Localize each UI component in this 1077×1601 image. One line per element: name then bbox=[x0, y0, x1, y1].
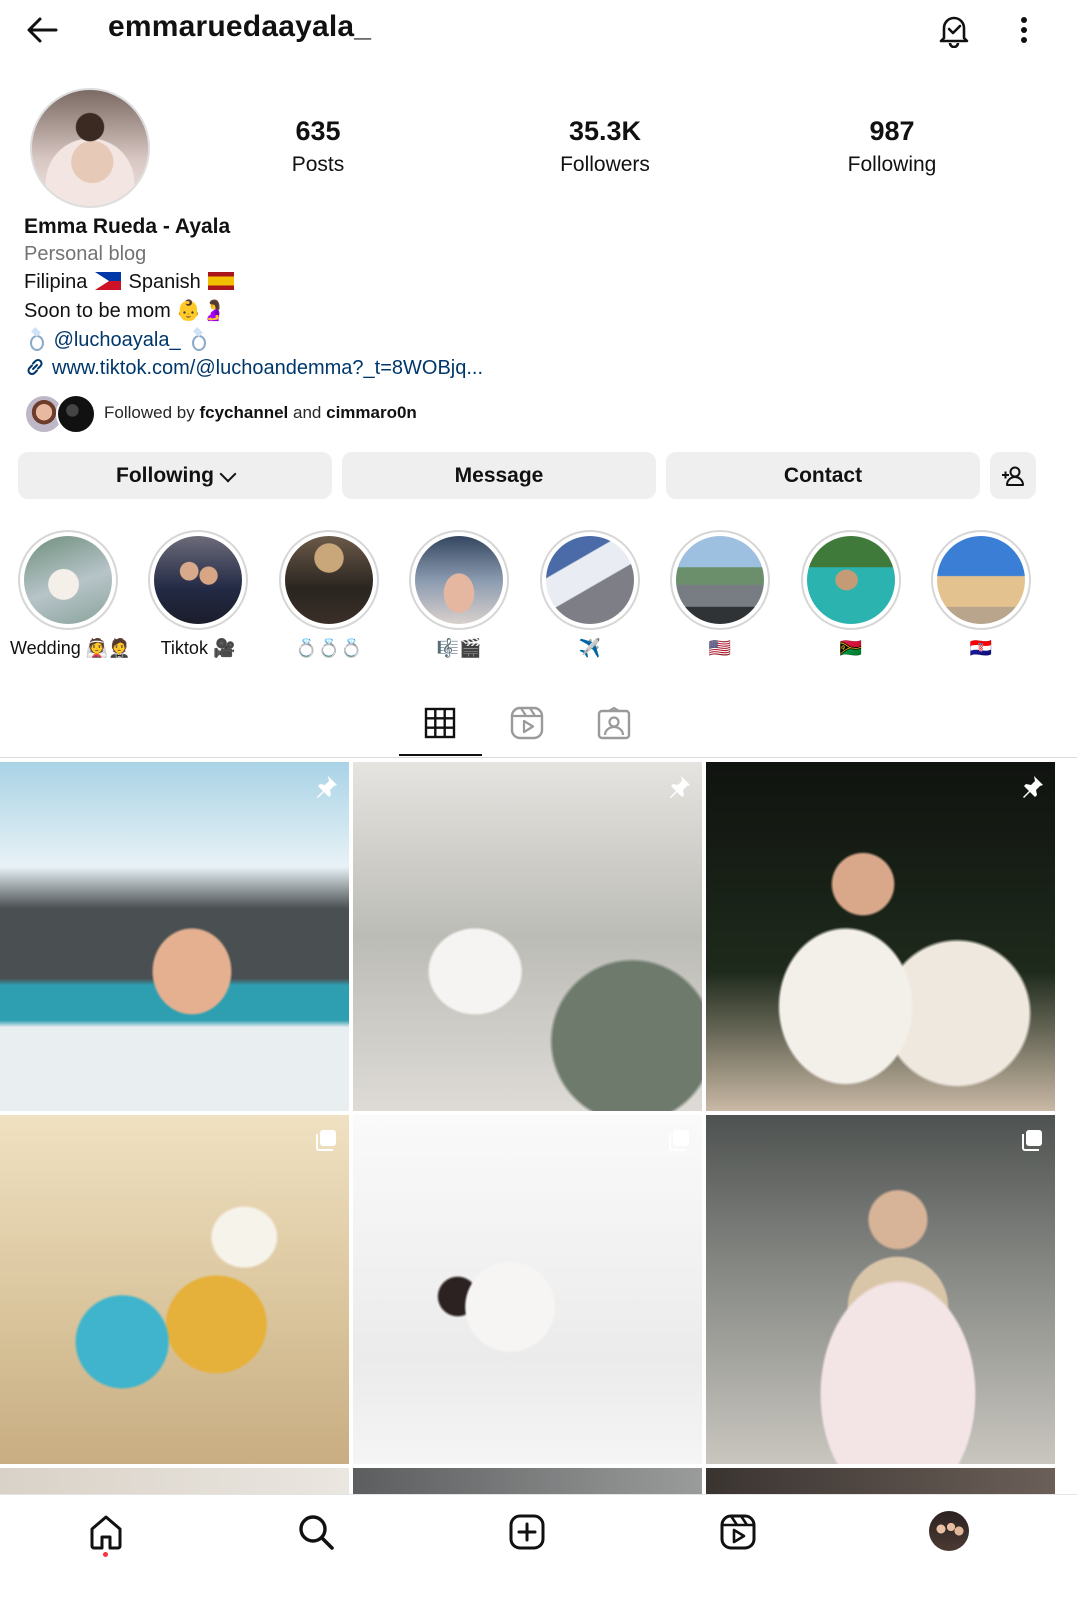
highlight-cover[interactable] bbox=[148, 530, 248, 630]
highlight-label: 🎼🎬 bbox=[436, 638, 482, 658]
following-button-label: Following bbox=[116, 463, 214, 487]
home-icon bbox=[90, 1515, 122, 1550]
tagged-icon bbox=[597, 706, 631, 740]
carousel-icon bbox=[669, 1130, 689, 1151]
nav-create[interactable] bbox=[503, 1508, 551, 1556]
highlight-label: Wedding 👰🤵 bbox=[10, 638, 131, 658]
profile-full-name: Emma Rueda - Ayala bbox=[24, 215, 231, 238]
highlight-cover[interactable] bbox=[540, 530, 640, 630]
highlight-tiktok[interactable]: Tiktok 🎥 bbox=[140, 530, 250, 670]
nav-reels[interactable] bbox=[714, 1508, 762, 1556]
active-tab-indicator bbox=[399, 754, 482, 756]
create-icon bbox=[509, 1514, 545, 1550]
bio-website[interactable]: www.tiktok.com/@luchoandemma?_t=8WOBjq..… bbox=[24, 354, 483, 383]
highlight-wedding[interactable]: Wedding 👰🤵 bbox=[10, 530, 131, 670]
post-thumbnail[interactable] bbox=[0, 762, 349, 1111]
tab-posts-grid[interactable] bbox=[400, 700, 480, 746]
profile-username: emmaruedaayala_ bbox=[108, 10, 372, 43]
highlight-cover[interactable] bbox=[670, 530, 770, 630]
philippines-flag-icon bbox=[94, 272, 121, 290]
highlight-cover[interactable] bbox=[931, 530, 1031, 630]
more-options-icon[interactable] bbox=[1014, 12, 1034, 48]
contact-button-label: Contact bbox=[783, 463, 863, 487]
stat-posts-label: Posts bbox=[291, 153, 345, 176]
chevron-down-icon bbox=[219, 465, 237, 482]
pin-icon bbox=[670, 776, 690, 798]
grid-icon bbox=[424, 707, 456, 739]
post-thumbnail[interactable] bbox=[706, 762, 1055, 1111]
link-icon bbox=[24, 356, 46, 378]
nav-profile-avatar[interactable] bbox=[929, 1511, 969, 1551]
stat-posts-value: 635 bbox=[295, 116, 341, 146]
highlight-usa[interactable]: 🇺🇸 bbox=[662, 530, 772, 670]
nav-home[interactable] bbox=[82, 1508, 130, 1556]
add-user-button[interactable] bbox=[990, 452, 1036, 499]
highlight-cover[interactable] bbox=[18, 530, 118, 630]
carousel-icon bbox=[316, 1130, 336, 1151]
stat-posts[interactable]: 635 Posts bbox=[238, 116, 398, 177]
profile-avatar[interactable] bbox=[30, 88, 150, 208]
add-user-icon bbox=[1002, 466, 1024, 486]
avatar bbox=[56, 394, 96, 434]
post-thumbnail[interactable] bbox=[0, 1115, 349, 1464]
post-thumbnail[interactable] bbox=[706, 1115, 1055, 1464]
bio-line-mention: @luchoayala_ bbox=[24, 326, 210, 355]
bio-line-nationality: Filipina Spanish bbox=[24, 268, 236, 297]
stat-following-label: Following bbox=[847, 153, 937, 176]
highlight-travel[interactable]: ✈️ bbox=[532, 530, 642, 670]
highlight-cover[interactable] bbox=[409, 530, 509, 630]
message-button-label: Message bbox=[454, 463, 544, 487]
notification-dot bbox=[103, 1552, 108, 1557]
followed-by-user2: cimmaro0n bbox=[326, 403, 417, 422]
highlight-vanuatu[interactable]: 🇻🇺 bbox=[793, 530, 903, 670]
bio-line-mom: Soon to be mom 👶🤰 bbox=[24, 300, 227, 322]
stat-followers-value: 35.3K bbox=[568, 116, 642, 146]
pin-icon bbox=[317, 776, 337, 798]
followed-by-text[interactable]: Followed by fcychannel and cimmaro0n bbox=[104, 403, 417, 423]
spain-flag-icon bbox=[208, 272, 235, 290]
stat-following-value: 987 bbox=[869, 116, 915, 146]
carousel-icon bbox=[1022, 1130, 1042, 1151]
stat-followers-label: Followers bbox=[560, 153, 650, 176]
reels-icon bbox=[720, 1514, 756, 1550]
tab-divider bbox=[0, 757, 1077, 758]
highlight-label: Tiktok 🎥 bbox=[160, 638, 236, 658]
ring-icon bbox=[28, 329, 44, 351]
stat-following[interactable]: 987 Following bbox=[812, 116, 972, 177]
highlight-rings[interactable]: 💍💍💍 bbox=[271, 530, 381, 670]
highlight-label: 🇺🇸 bbox=[708, 638, 732, 658]
following-button[interactable]: Following bbox=[18, 452, 332, 499]
profile-category: Personal blog bbox=[24, 243, 147, 265]
bio-mention-link[interactable]: @luchoayala_ bbox=[54, 329, 181, 351]
contact-button[interactable]: Contact bbox=[666, 452, 980, 499]
back-arrow-icon[interactable] bbox=[22, 10, 62, 50]
highlight-label: ✈️ bbox=[578, 638, 602, 658]
mutual-followers-avatars[interactable] bbox=[24, 394, 96, 434]
highlight-cover[interactable] bbox=[279, 530, 379, 630]
pin-icon bbox=[1023, 776, 1043, 798]
ring-icon bbox=[190, 329, 207, 351]
tab-reels[interactable] bbox=[487, 700, 567, 746]
followed-by-conjunction: and bbox=[293, 403, 322, 422]
post-thumbnail[interactable] bbox=[353, 1115, 702, 1464]
stat-followers[interactable]: 35.3K Followers bbox=[525, 116, 685, 177]
followed-by-prefix: Followed by bbox=[104, 403, 195, 422]
bell-icon[interactable] bbox=[936, 12, 972, 49]
highlight-label: 🇻🇺 bbox=[839, 638, 863, 658]
nav-search[interactable] bbox=[292, 1508, 340, 1556]
bio-website-text: www.tiktok.com/@luchoandemma?_t=8WOBjq..… bbox=[52, 357, 484, 379]
highlight-label: 💍💍💍 bbox=[295, 638, 363, 658]
reels-icon bbox=[510, 706, 544, 740]
followed-by-user1: fcychannel bbox=[199, 403, 289, 422]
highlight-croatia[interactable]: 🇭🇷 bbox=[923, 530, 1033, 670]
bio-text-spanish: Spanish bbox=[128, 271, 201, 293]
highlight-label: 🇭🇷 bbox=[969, 638, 993, 658]
highlight-cover[interactable] bbox=[801, 530, 901, 630]
tab-tagged[interactable] bbox=[574, 700, 654, 746]
search-icon bbox=[299, 1515, 334, 1550]
highlight-music-film[interactable]: 🎼🎬 bbox=[401, 530, 511, 670]
message-button[interactable]: Message bbox=[342, 452, 656, 499]
post-thumbnail[interactable] bbox=[353, 762, 702, 1111]
bio-text-filipina: Filipina bbox=[24, 271, 88, 293]
